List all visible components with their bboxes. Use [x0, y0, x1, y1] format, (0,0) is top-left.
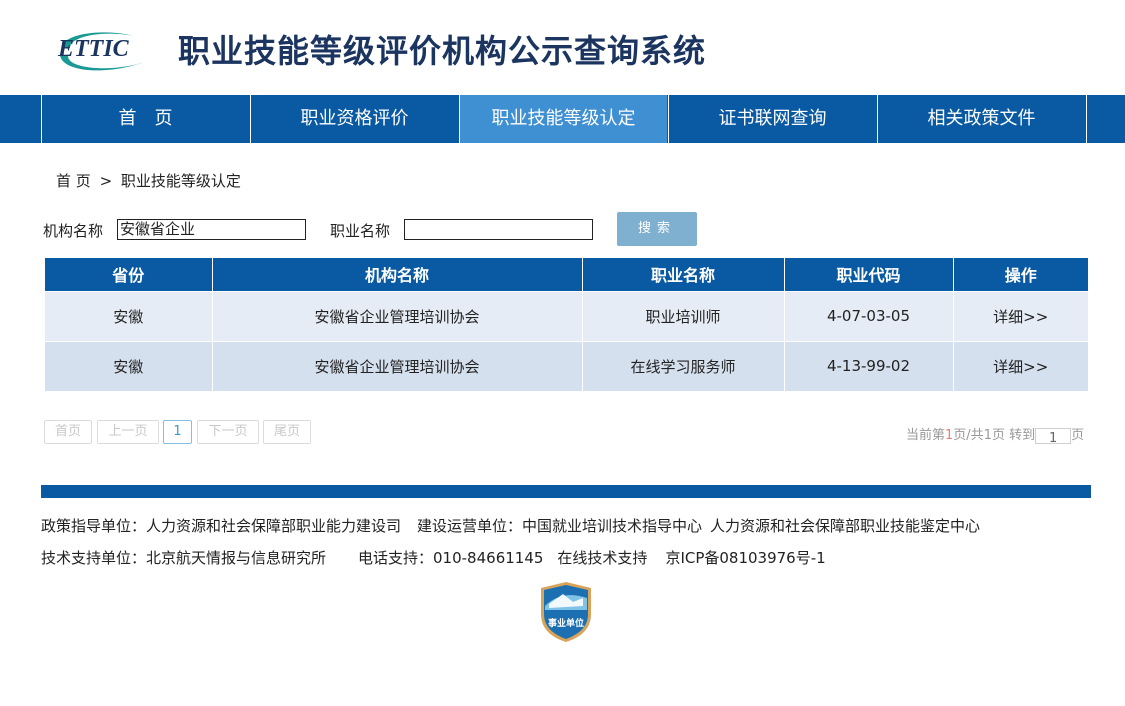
page-info-goto: 页 转到: [991, 428, 1036, 443]
org-name-input[interactable]: 安徽省企业: [117, 219, 306, 240]
operator-unit: 建设运营单位：中国就业培训技术指导中心: [417, 517, 703, 535]
cell-province: 安徽: [45, 340, 213, 391]
breadcrumb-current: 职业技能等级认定: [120, 172, 241, 190]
table-header-row: 省份 机构名称 职业名称 职业代码 操作: [45, 258, 1088, 291]
page-info: 当前第1页/共1页 转到 1 页: [906, 424, 1085, 446]
nav-skill-level-certification[interactable]: 职业技能等级认定: [459, 95, 667, 143]
ettic-logo[interactable]: ETTIC: [46, 26, 158, 74]
occupation-name-input[interactable]: [404, 219, 593, 240]
cell-org-name: 安徽省企业管理培训协会: [212, 340, 583, 391]
last-page-button[interactable]: 尾页: [263, 420, 311, 444]
cell-occupation-code: 4-07-03-05: [784, 290, 954, 341]
results-table: 省份 机构名称 职业名称 职业代码 操作 安徽 安徽省企业管理培训协会 职业培训…: [45, 258, 1088, 391]
nav-divider: [1086, 95, 1087, 143]
page-info-total: 1: [983, 428, 992, 443]
detail-link[interactable]: 详细>>: [953, 290, 1088, 341]
header-occupation-name: 职业名称: [582, 258, 785, 291]
cell-org-name: 安徽省企业管理培训协会: [212, 290, 583, 341]
icp-link[interactable]: 京ICP备08103976号-1: [665, 549, 825, 567]
footer-units-line: 政策指导单位：人力资源和社会保障部职业能力建设司 建设运营单位：中国就业培训技术指…: [41, 515, 996, 536]
footer-support-line: 技术支持单位：北京航天情报与信息研究所 电话支持：010-84661145 在线技术…: [41, 547, 842, 568]
nav-home[interactable]: 首 页: [41, 95, 249, 143]
breadcrumb: 首 页 > 职业技能等级认定: [56, 170, 241, 191]
current-page-button[interactable]: 1: [163, 420, 192, 444]
breadcrumb-home[interactable]: 首 页: [56, 172, 91, 190]
cell-occupation-name: 在线学习服务师: [582, 340, 785, 391]
header-occupation-code: 职业代码: [784, 258, 954, 291]
nav-qualification-evaluation[interactable]: 职业资格评价: [250, 95, 458, 143]
search-form: 机构名称 安徽省企业 职业名称 搜索: [43, 212, 743, 246]
cell-occupation-name: 职业培训师: [582, 290, 785, 341]
cell-occupation-code: 4-13-99-02: [784, 340, 954, 391]
header-org-name: 机构名称: [212, 258, 583, 291]
prev-page-button[interactable]: 上一页: [97, 420, 159, 444]
first-page-button[interactable]: 首页: [44, 420, 92, 444]
table-row: 安徽 安徽省企业管理培训协会 职业培训师 4-07-03-05 详细>>: [45, 290, 1088, 341]
header: ETTIC 职业技能等级评价机构公示查询系统: [0, 0, 1125, 95]
org-name-label: 机构名称: [43, 222, 104, 240]
header-province: 省份: [45, 258, 213, 291]
breadcrumb-separator: >: [99, 172, 113, 190]
page-info-mid: 页/共: [953, 428, 984, 443]
badge-text: 事业单位: [548, 617, 584, 629]
footer-divider: [41, 485, 1091, 498]
operator-unit-2: 人力资源和社会保障部职业技能鉴定中心: [710, 517, 981, 535]
logo-text: ETTIC: [57, 36, 130, 62]
site-title: 职业技能等级评价机构公示查询系统: [178, 32, 707, 70]
tech-unit: 技术支持单位：北京航天情报与信息研究所: [41, 549, 327, 567]
phone-support: 电话支持：010-84661145: [358, 549, 544, 567]
main-nav: 首 页 职业资格评价 职业技能等级认定 证书联网查询 相关政策文件: [0, 95, 1125, 143]
detail-link[interactable]: 详细>>: [953, 340, 1088, 391]
goto-page-input[interactable]: 1: [1035, 428, 1072, 446]
nav-certificate-query[interactable]: 证书联网查询: [668, 95, 876, 143]
policy-unit: 政策指导单位：人力资源和社会保障部职业能力建设司: [41, 517, 402, 535]
online-support-link[interactable]: 在线技术支持: [557, 549, 647, 567]
table-row: 安徽 安徽省企业管理培训协会 在线学习服务师 4-13-99-02 详细>>: [45, 340, 1088, 391]
header-action: 操作: [953, 258, 1088, 291]
page-info-suffix: 页: [1071, 428, 1085, 443]
cell-province: 安徽: [45, 290, 213, 341]
nav-policy-documents[interactable]: 相关政策文件: [877, 95, 1085, 143]
public-institution-badge[interactable]: 事业单位: [539, 580, 593, 644]
next-page-button[interactable]: 下一页: [197, 420, 259, 444]
search-button[interactable]: 搜索: [617, 212, 697, 246]
occupation-name-label: 职业名称: [330, 222, 391, 240]
page-info-prefix: 当前第: [906, 428, 946, 443]
